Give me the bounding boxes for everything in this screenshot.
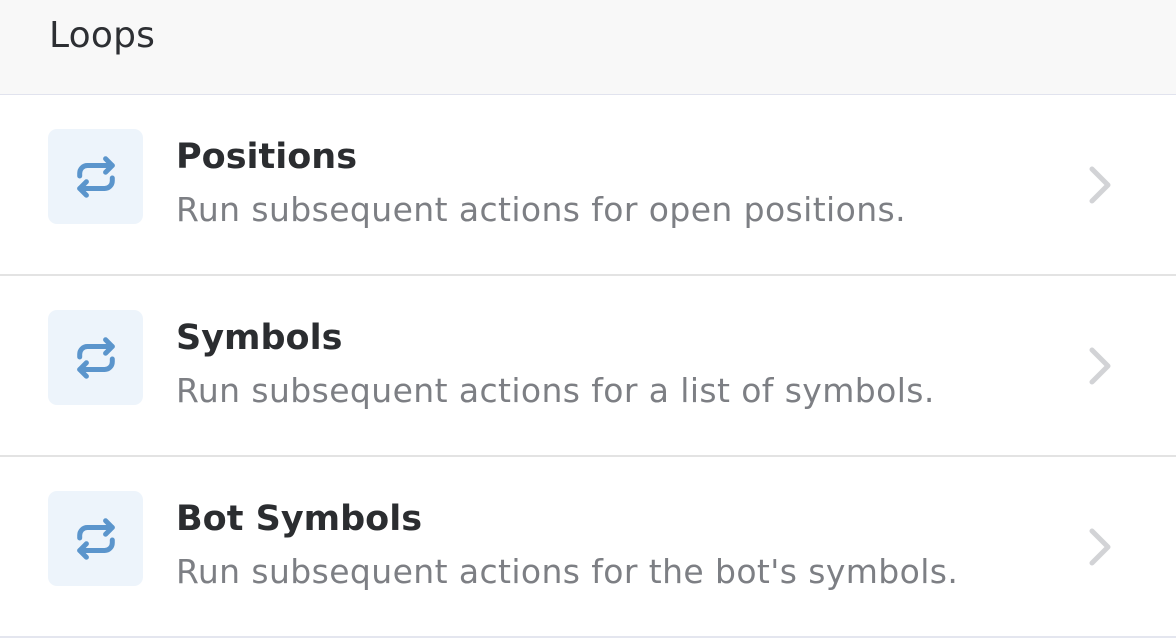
section-title: Loops	[49, 15, 156, 56]
item-text: Symbols Run subsequent actions for a lis…	[176, 316, 1056, 411]
list-item-symbols[interactable]: Symbols Run subsequent actions for a lis…	[0, 276, 1176, 457]
item-title: Positions	[176, 137, 358, 177]
repeat-icon	[48, 129, 143, 224]
item-title: Bot Symbols	[176, 499, 423, 539]
item-title: Symbols	[176, 318, 343, 358]
list-item-positions[interactable]: Positions Run subsequent actions for ope…	[0, 95, 1176, 276]
item-description: Run subsequent actions for open position…	[176, 190, 906, 229]
item-description: Run subsequent actions for a list of sym…	[176, 371, 935, 410]
loop-list: Positions Run subsequent actions for ope…	[0, 95, 1176, 638]
item-text: Positions Run subsequent actions for ope…	[176, 135, 1056, 230]
repeat-icon	[48, 491, 143, 586]
section-header: Loops	[0, 0, 1176, 95]
chevron-right-icon	[1086, 346, 1114, 386]
chevron-right-icon	[1086, 527, 1114, 567]
item-text: Bot Symbols Run subsequent actions for t…	[176, 497, 1056, 592]
repeat-icon	[48, 310, 143, 405]
item-description: Run subsequent actions for the bot's sym…	[176, 552, 959, 591]
loops-page: Loops Positions Run subsequent actions f…	[0, 0, 1176, 640]
chevron-right-icon	[1086, 165, 1114, 205]
list-item-bot-symbols[interactable]: Bot Symbols Run subsequent actions for t…	[0, 457, 1176, 638]
